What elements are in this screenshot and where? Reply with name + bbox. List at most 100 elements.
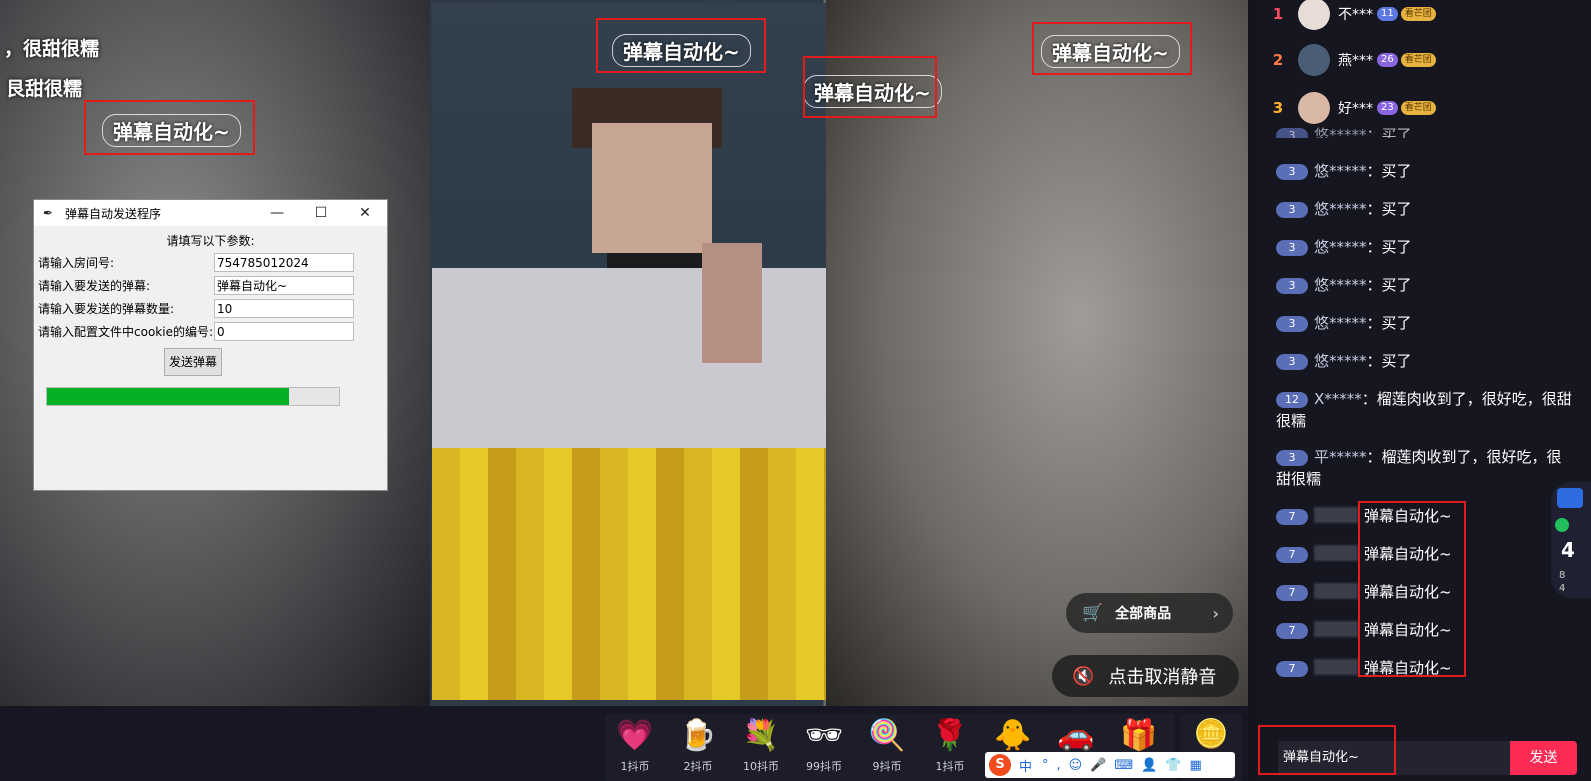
annotation-box <box>803 56 937 118</box>
send-danmu-button[interactable]: 发送弹幕 <box>164 348 222 376</box>
fans-badge: 看芒团 <box>1400 7 1436 21</box>
fans-badge: 看芒团 <box>1400 53 1436 67</box>
lollipop-icon: 🍭 <box>868 718 906 753</box>
rank-row[interactable]: 3 好*** 23 看芒团 <box>1258 88 1436 128</box>
rank-username: 不*** <box>1338 7 1373 23</box>
gift-item[interactable]: 💗 1抖币 <box>607 714 663 774</box>
gift-price: 10抖币 <box>743 760 779 773</box>
chat-message: 3 悠*****：买了 <box>1276 160 1576 182</box>
pixelated-face <box>592 123 712 253</box>
mascot-icon <box>1557 488 1583 508</box>
chat-username: 悠***** <box>1314 162 1367 180</box>
cart-icon: 🛒 <box>1082 603 1104 623</box>
rank-row[interactable]: 2 燕*** 26 看芒团 <box>1258 40 1436 80</box>
fan-level-badge: 3 <box>1276 202 1308 218</box>
chat-username: 悠***** <box>1314 238 1367 256</box>
live-video-area[interactable]: ，很甜很糯 艮甜很糯 弹幕自动化~ 弹幕自动化~ 弹幕自动化~ 弹幕自动化~ 🛒… <box>0 0 1248 706</box>
fan-level-badge: 3 <box>1276 354 1308 370</box>
live-stream-frame <box>432 3 826 700</box>
level-badge: 26 <box>1377 53 1398 67</box>
annotation-box <box>596 18 766 73</box>
fan-level-badge: 3 <box>1276 240 1308 256</box>
send-progress-bar <box>46 387 340 406</box>
gift-item[interactable]: 🐥 <box>985 714 1041 753</box>
gift-price: 1抖币 <box>935 760 965 773</box>
gift-price: 1抖币 <box>620 760 650 773</box>
room-id-field[interactable]: 754785012024 <box>214 252 354 272</box>
chat-username: 悠***** <box>1314 200 1367 218</box>
gift-price: 2抖币 <box>683 760 713 773</box>
chat-text: ：买了 <box>1366 238 1412 256</box>
fan-level-badge: 7 <box>1276 623 1308 639</box>
all-goods-button[interactable]: 🛒 全部商品 › <box>1066 593 1233 633</box>
chat-message: 12 X*****：榴莲肉收到了，很好吃，很甜很糯 <box>1276 388 1576 432</box>
chat-username: 平***** <box>1314 448 1367 466</box>
chat-message: 3 悠*****：买了 <box>1276 124 1576 138</box>
blurred-username <box>1314 621 1358 637</box>
beer-icon: 🍺 <box>679 718 717 753</box>
feather-icon: ✒ <box>43 206 54 220</box>
gift-box-icon: 🎁 <box>1120 718 1158 753</box>
annotation-box <box>1032 22 1192 75</box>
blurred-username <box>1314 583 1358 599</box>
pixelated-fruit <box>432 448 826 700</box>
floating-widget[interactable]: 4 8 4 <box>1551 482 1591 598</box>
level-badge: 11 <box>1377 7 1398 21</box>
chat-message: 3 悠*****：买了 <box>1276 350 1576 372</box>
gift-item[interactable]: 🌹 1抖币 <box>922 714 978 774</box>
chat-message: 3 悠*****：买了 <box>1276 198 1576 220</box>
mute-icon: 🔇 <box>1072 665 1095 687</box>
annotation-box <box>84 100 255 155</box>
rank-number: 2 <box>1272 51 1284 69</box>
chat-message: 3 平*****：榴莲肉收到了，很好吃，很甜很糯 <box>1276 446 1576 490</box>
send-button[interactable]: 发送 <box>1510 741 1577 775</box>
danmu-count-label: 请输入要发送的弹幕数量: <box>38 301 175 316</box>
gift-item[interactable]: 🎁 <box>1111 714 1167 753</box>
bouquet-icon: 💐 <box>742 718 780 753</box>
close-icon[interactable]: ✕ <box>343 205 387 221</box>
window-titlebar: ✒ 弹幕自动发送程序 — ☐ ✕ <box>34 200 387 226</box>
unmute-button[interactable]: 🔇 点击取消静音 <box>1052 655 1239 697</box>
danmu-text-row: 请输入要发送的弹幕: 弹幕自动化~ <box>38 275 354 295</box>
all-goods-label: 全部商品 <box>1115 606 1172 622</box>
ime-logo: S <box>989 754 1011 776</box>
gift-item[interactable]: 🍭 9抖币 <box>859 714 915 774</box>
gift-item[interactable]: 🕶 99抖币 <box>796 714 852 774</box>
rank-username: 燕*** <box>1338 53 1373 69</box>
minimize-icon[interactable]: — <box>255 205 299 221</box>
maximize-icon[interactable]: ☐ <box>299 205 343 221</box>
blurred-username <box>1314 507 1358 523</box>
cookie-index-field[interactable]: 0 <box>214 321 354 341</box>
gift-item[interactable]: 🍺 2抖币 <box>670 714 726 774</box>
chat-username: 悠***** <box>1314 276 1367 294</box>
progress-fill <box>47 388 290 405</box>
danmu-text-field[interactable]: 弹幕自动化~ <box>214 275 354 295</box>
avatar <box>1298 44 1330 76</box>
chat-text: ：买了 <box>1366 162 1412 180</box>
chat-message: 3 悠*****：买了 <box>1276 236 1576 258</box>
chevron-right-icon: › <box>1212 603 1219 623</box>
form-heading: 请填写以下参数: <box>166 234 255 248</box>
fans-badge: 看芒团 <box>1400 101 1436 115</box>
chat-message: 3 悠*****：买了 <box>1276 274 1576 296</box>
pixelated-hand <box>702 243 762 363</box>
chat-username: 悠***** <box>1314 314 1367 332</box>
scrolling-comment: 艮甜很糯 <box>6 78 83 100</box>
avatar <box>1298 92 1330 124</box>
chat-sidebar: 1 不*** 11 看芒团 2 燕*** 26 看芒团 3 好*** 23 看芒… <box>1258 0 1591 781</box>
fan-level-badge: 3 <box>1276 316 1308 332</box>
ime-toolbar[interactable]: S 中 °,☺🎤⌨👤👕▦ <box>985 752 1235 778</box>
blurred-username <box>1314 545 1358 561</box>
unmute-label: 点击取消静音 <box>1108 667 1217 688</box>
danmu-count-field[interactable]: 10 <box>214 298 354 318</box>
gift-price: 99抖币 <box>806 760 842 773</box>
gift-item[interactable]: 🚗 <box>1048 714 1104 753</box>
fan-level-badge: 3 <box>1276 450 1308 466</box>
fan-level-badge: 7 <box>1276 585 1308 601</box>
rank-row[interactable]: 1 不*** 11 看芒团 <box>1258 0 1436 34</box>
rose-icon: 🌹 <box>931 718 969 753</box>
gift-price: 9抖币 <box>872 760 902 773</box>
fan-level-badge: 7 <box>1276 547 1308 563</box>
scrolling-comment: ，很甜很糯 <box>4 38 100 60</box>
gift-item[interactable]: 💐 10抖币 <box>733 714 789 774</box>
